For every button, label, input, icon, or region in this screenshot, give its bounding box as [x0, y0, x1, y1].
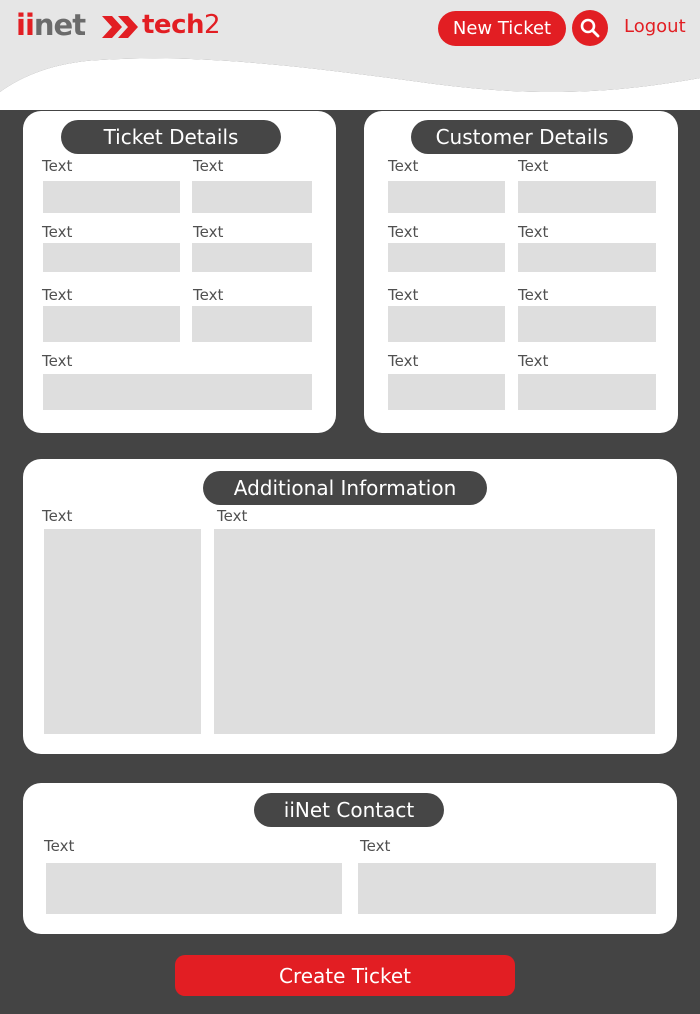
ticket-field-label: Text: [193, 286, 224, 304]
customer-field-input[interactable]: [388, 243, 505, 272]
ticket-details-card: Ticket Details Text Text Text Text Text …: [23, 111, 336, 433]
new-ticket-label: New Ticket: [452, 18, 552, 39]
customer-field-label: Text: [518, 157, 549, 175]
ticket-field-input[interactable]: [192, 181, 312, 213]
ticket-field-label: Text: [193, 157, 224, 175]
customer-field-input[interactable]: [388, 374, 505, 410]
ticket-field-input[interactable]: [43, 374, 312, 410]
search-icon: [580, 18, 600, 38]
tech2-chevrons-icon: [102, 16, 138, 38]
additional-textarea[interactable]: [214, 529, 655, 734]
customer-field-label: Text: [518, 286, 549, 304]
ticket-field-label: Text: [193, 223, 224, 241]
additional-information-card: Additional Information Text Text: [23, 459, 677, 754]
additional-field-label: Text: [217, 507, 248, 525]
customer-details-title: Customer Details: [411, 120, 633, 154]
ticket-field-input[interactable]: [43, 306, 180, 342]
logout-link[interactable]: Logout: [624, 16, 686, 37]
customer-field-label: Text: [388, 352, 419, 370]
customer-details-card: Customer Details Text Text Text Text Tex…: [364, 111, 678, 433]
customer-field-label: Text: [388, 286, 419, 304]
customer-field-label: Text: [518, 352, 549, 370]
customer-field-label: Text: [388, 223, 419, 241]
new-ticket-button[interactable]: New Ticket: [438, 11, 566, 46]
ticket-field-label: Text: [42, 223, 73, 241]
header: iinet tech2 New Ticket Logout: [0, 0, 700, 110]
create-ticket-button[interactable]: Create Ticket: [175, 955, 515, 996]
contact-field-input[interactable]: [46, 863, 342, 914]
iinet-contact-title: iiNet Contact: [254, 793, 444, 827]
ticket-field-label: Text: [42, 157, 73, 175]
customer-field-input[interactable]: [518, 374, 656, 410]
customer-field-input[interactable]: [388, 181, 505, 213]
additional-field-input[interactable]: [44, 529, 201, 734]
iinet-contact-card: iiNet Contact Text Text: [23, 783, 677, 934]
ticket-field-input[interactable]: [43, 181, 180, 213]
ticket-field-input[interactable]: [43, 243, 180, 272]
iinet-logo: iinet: [16, 8, 86, 42]
customer-field-input[interactable]: [388, 306, 505, 342]
customer-field-label: Text: [388, 157, 419, 175]
create-ticket-label: Create Ticket: [279, 963, 411, 988]
ticket-field-input[interactable]: [192, 243, 312, 272]
ticket-field-label: Text: [42, 286, 73, 304]
customer-field-label: Text: [518, 223, 549, 241]
customer-field-input[interactable]: [518, 181, 656, 213]
contact-field-input[interactable]: [358, 863, 656, 914]
tech2-logo: tech2: [142, 10, 221, 40]
contact-field-label: Text: [360, 837, 391, 855]
customer-field-input[interactable]: [518, 306, 656, 342]
customer-field-input[interactable]: [518, 243, 656, 272]
additional-field-label: Text: [42, 507, 73, 525]
ticket-field-input[interactable]: [192, 306, 312, 342]
ticket-details-title: Ticket Details: [61, 120, 281, 154]
ticket-field-label: Text: [42, 352, 73, 370]
contact-field-label: Text: [44, 837, 75, 855]
additional-information-title: Additional Information: [203, 471, 487, 505]
search-button[interactable]: [572, 10, 608, 46]
